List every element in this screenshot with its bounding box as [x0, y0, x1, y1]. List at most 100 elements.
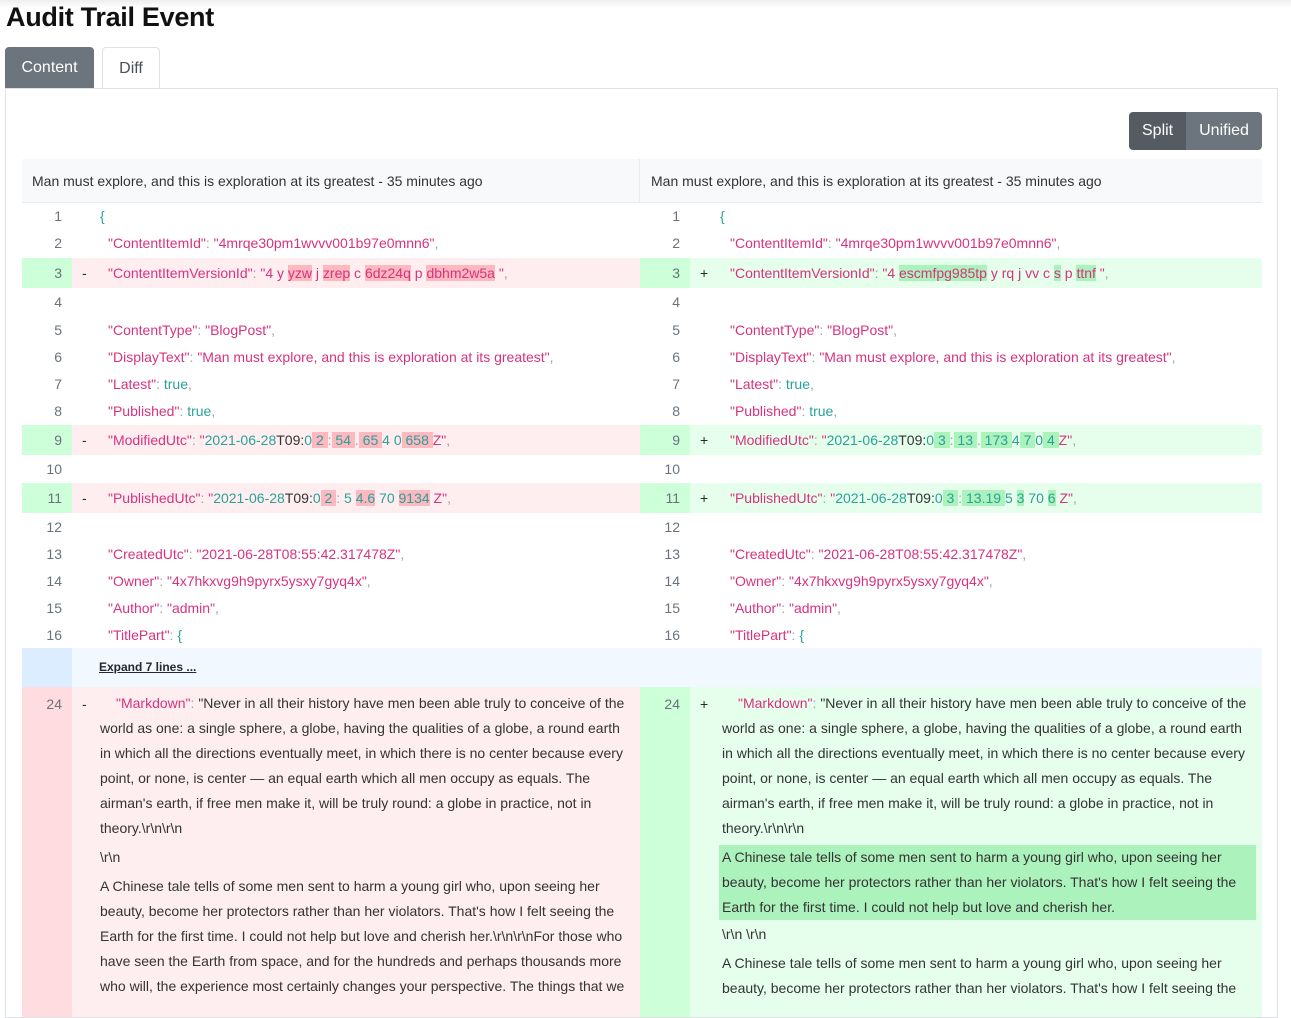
- json-brace: {: [100, 208, 105, 224]
- json-key: "ContentItemId": [108, 235, 206, 251]
- add-marker: +: [700, 265, 709, 281]
- del-highlight: 54: [331, 432, 355, 448]
- markdown-chinese-tale: A Chinese tale tells of some men sent to…: [100, 878, 625, 994]
- json-key: "CreatedUtc": [108, 546, 189, 562]
- expand-row: Expand 7 lines ...: [22, 648, 1262, 687]
- diff-line-16: 16 "TitlePart": { 16 "TitlePart": {: [22, 622, 1262, 648]
- json-key: "PublishedUtc": [108, 490, 201, 506]
- line-number: 10: [664, 461, 680, 477]
- line-number: 7: [54, 376, 62, 392]
- seg: "4: [260, 265, 278, 281]
- line-number: 14: [664, 573, 680, 589]
- json-key: "ContentType": [108, 322, 198, 338]
- add-marker: +: [700, 490, 709, 506]
- json-key: "ModifiedUtc": [108, 432, 192, 448]
- tab-content[interactable]: Content: [5, 47, 94, 88]
- add-highlight: ttnf: [1076, 265, 1096, 281]
- json-value: true: [809, 403, 834, 419]
- del-highlight: 6: [364, 265, 373, 281]
- json-key: "TitlePart": [730, 627, 792, 643]
- markdown-new: "Markdown": "Never in all their history …: [719, 691, 1256, 1001]
- line-number: 11: [640, 483, 690, 513]
- del-marker: -: [82, 490, 87, 506]
- json-value: "Man must explore, and this is explorati…: [197, 349, 550, 365]
- right-header: Man must explore, and this is exploratio…: [640, 159, 1262, 203]
- markdown-crlf: \r\n: [100, 849, 121, 865]
- seg: 5: [1004, 490, 1017, 506]
- del-marker: -: [82, 696, 87, 712]
- seg: 0: [1035, 432, 1044, 448]
- diff-line-6: 6 "DisplayText": "Man must explore, and t…: [22, 344, 1262, 371]
- line-number: 13: [46, 546, 62, 562]
- del-highlight: 9134: [398, 490, 430, 506]
- json-value: "Man must explore, and this is explorati…: [819, 349, 1172, 365]
- seg: 0: [304, 432, 313, 448]
- line-number: 6: [672, 349, 680, 365]
- seg: :: [949, 432, 954, 448]
- seg: 2021-06-28: [826, 432, 899, 448]
- json-key: "Latest": [730, 376, 779, 392]
- split-button[interactable]: Split: [1129, 112, 1187, 150]
- json-value: "BlogPost": [827, 322, 894, 338]
- del-marker: -: [82, 265, 87, 281]
- seg: ": [1095, 265, 1105, 281]
- line-number: 12: [664, 519, 680, 535]
- add-highlight: s: [1053, 265, 1061, 281]
- json-value: "4mrqe30pm1wvvv001b97e0mnn6": [835, 235, 1057, 251]
- seg: T09:: [906, 490, 935, 506]
- line-number: 12: [46, 519, 62, 535]
- add-highlight: 13.19: [962, 490, 1005, 506]
- add-marker: +: [700, 696, 709, 712]
- json-value: "4x7hkxvg9h9pyrx5ysxy7gyq4x": [788, 573, 989, 589]
- json-value: "2021-06-28T08:55:42.317478Z": [196, 546, 401, 562]
- json-key: "Author": [108, 600, 160, 616]
- seg: c: [350, 265, 365, 281]
- del-highlight: 65: [358, 432, 383, 448]
- seg: y: [277, 265, 288, 281]
- seg: 5: [340, 490, 356, 506]
- json-key: "ContentItemVersionId": [730, 265, 875, 281]
- line-number: 16: [664, 627, 680, 643]
- json-brace: {: [720, 208, 725, 224]
- json-value: true: [163, 376, 188, 392]
- json-brace: {: [177, 627, 183, 643]
- line-number: 24: [640, 687, 690, 1017]
- seg: "4: [882, 265, 900, 281]
- line-number: 1: [672, 208, 680, 224]
- tab-diff[interactable]: Diff: [102, 47, 160, 89]
- json-key: "Owner": [730, 573, 782, 589]
- json-value: "4mrqe30pm1wvvv001b97e0mnn6": [213, 235, 435, 251]
- seg: 2021-06-28: [213, 490, 285, 506]
- seg: y rq j vv c: [986, 265, 1054, 281]
- page-title: Audit Trail Event: [6, 2, 214, 32]
- seg: Z": [1058, 432, 1073, 448]
- json-value: "admin": [788, 600, 838, 616]
- json-key: "Published": [730, 403, 802, 419]
- markdown-added-block: A Chinese tale tells of some men sent to…: [719, 845, 1256, 920]
- json-value: "BlogPost": [205, 322, 272, 338]
- seg: 0: [926, 432, 935, 448]
- expand-lines-link[interactable]: Expand 7 lines ...: [99, 648, 196, 687]
- diff-line-8: 8 "Published": true, 8 "Published": true,: [22, 398, 1262, 425]
- json-value: "2021-06-28T08:55:42.317478Z": [818, 546, 1023, 562]
- line-number: 4: [54, 294, 62, 310]
- del-highlight: yzw: [287, 265, 313, 281]
- seg: p: [1060, 265, 1077, 281]
- seg: 4: [1011, 432, 1020, 448]
- seg: Z": [1055, 490, 1073, 506]
- json-key: "DisplayText": [730, 349, 812, 365]
- line-number: 4: [672, 294, 680, 310]
- json-value: true: [187, 403, 212, 419]
- json-value: true: [785, 376, 810, 392]
- json-key: "Owner": [108, 573, 160, 589]
- line-number: 16: [46, 627, 62, 643]
- add-highlight: 173: [980, 432, 1012, 448]
- add-marker: +: [700, 432, 709, 448]
- json-value: "4x7hkxvg9h9pyrx5ysxy7gyq4x": [166, 573, 367, 589]
- json-key: "Author": [730, 600, 782, 616]
- del-marker: -: [82, 432, 87, 448]
- unified-button[interactable]: Unified: [1186, 112, 1262, 150]
- diff-line-3: 3- "ContentItemVersionId": "4 y yzw j zr…: [22, 258, 1262, 288]
- json-key: "Markdown": [738, 695, 813, 711]
- diff-line-4: 4 4: [22, 288, 1262, 317]
